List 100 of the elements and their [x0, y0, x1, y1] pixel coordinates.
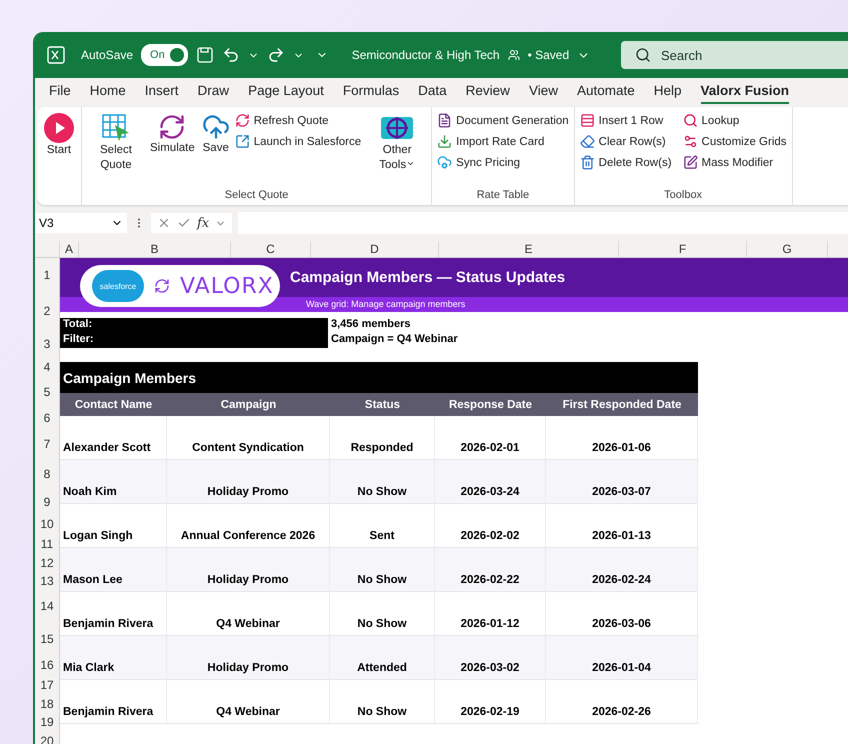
ribbon-button[interactable]: Launch in Salesforce	[234, 134, 362, 149]
excel-icon[interactable]	[47, 46, 65, 64]
ribbon-button[interactable]: Save	[200, 113, 232, 189]
grid-icon	[101, 113, 131, 143]
ribbon-button[interactable]: Lookup	[682, 113, 787, 128]
ribbon-button[interactable]: Insert 1 Row	[580, 113, 672, 128]
group-label: Toolbox	[663, 189, 704, 202]
menu-tab[interactable]: Home	[90, 79, 126, 104]
ribbon-button[interactable]: Mass Modifier	[682, 155, 787, 170]
table-cell: Content Syndication	[167, 416, 330, 459]
people-icon	[508, 49, 520, 61]
menu-tab[interactable]: Review	[466, 79, 510, 104]
saved-status[interactable]: • Saved	[528, 48, 570, 62]
menu-tab[interactable]: Insert	[144, 79, 179, 104]
table-cell: 2026-01-06	[546, 416, 698, 459]
ribbon-button[interactable]: Select Quote	[87, 113, 145, 189]
table-cell: 2026-03-06	[546, 592, 698, 635]
menu-tab[interactable]: View	[528, 79, 558, 104]
chevron-icon	[406, 159, 416, 168]
redo-icon[interactable]	[266, 46, 285, 64]
group-label: Select Quote	[224, 189, 290, 202]
menu-tab[interactable]: File	[49, 79, 71, 104]
table-cell: 2026-03-02	[435, 636, 546, 679]
ribbon-button[interactable]: Clear Row(s)	[580, 134, 672, 149]
ribbon-button[interactable]: Import Rate Card	[437, 134, 569, 149]
row-header[interactable]: 10	[35, 514, 59, 534]
row-header[interactable]: 12	[35, 553, 59, 572]
save-icon[interactable]	[196, 46, 214, 64]
row-header[interactable]: 7	[35, 430, 59, 458]
column-header[interactable]: C	[231, 241, 311, 257]
row-header[interactable]: 13	[35, 572, 59, 590]
column-header[interactable]: A	[60, 241, 79, 257]
document-icon	[437, 113, 452, 128]
row-header[interactable]: 16	[35, 655, 59, 675]
cloud-upload-icon	[202, 113, 230, 141]
search-field[interactable]: Search	[621, 41, 848, 69]
table-cell: Responded	[330, 416, 435, 459]
column-header[interactable]: F	[619, 241, 747, 257]
row-header[interactable]: 9	[35, 490, 59, 514]
table-cell: 2026-02-01	[435, 416, 546, 459]
ribbon-button[interactable]: Refresh Quote	[234, 113, 362, 128]
ribbon-button[interactable]: Other Tools	[368, 113, 426, 189]
table-cell: 2026-01-04	[546, 636, 698, 679]
column-header[interactable]: G	[747, 241, 828, 257]
table-cell: No Show	[330, 548, 435, 591]
settings-icon	[682, 134, 698, 149]
column-header[interactable]: E	[439, 241, 619, 257]
ribbon-button[interactable]: Simulate	[148, 113, 197, 189]
menu-tab[interactable]: Formulas	[342, 79, 400, 104]
row-header[interactable]: 1	[35, 258, 59, 291]
ribbon-button[interactable]: Sync Pricing	[437, 155, 569, 170]
column-heading: Status	[364, 398, 402, 412]
column-header[interactable]: D	[311, 241, 439, 257]
table-cell: 2026-01-12	[435, 592, 546, 635]
ribbon-button[interactable]: Start	[42, 113, 76, 189]
table-cell: 2026-02-19	[435, 680, 546, 723]
ribbon-button[interactable]: Customize Grids	[682, 134, 787, 149]
insert-function-button[interactable]: fx	[197, 216, 210, 230]
row-header[interactable]: 5	[35, 378, 59, 406]
table-cell: Mia Clark	[60, 636, 167, 679]
menu-tab[interactable]: Page Layout	[248, 79, 324, 104]
row-header[interactable]: 2	[35, 291, 59, 331]
row-header[interactable]: 19	[35, 713, 59, 731]
row-header[interactable]: 14	[35, 590, 59, 622]
autosave-label: AutoSave	[81, 48, 134, 62]
name-box[interactable]: V3	[35, 213, 127, 233]
ribbon-button[interactable]: Document Generation	[437, 113, 569, 128]
menu-tab[interactable]: Data	[418, 79, 447, 104]
banner-title: Campaign Members — Status Updates	[290, 268, 566, 288]
search-icon	[635, 47, 651, 63]
table-cell: Holiday Promo	[167, 636, 330, 679]
column-header[interactable]: B	[79, 241, 231, 257]
row-header[interactable]: 17	[35, 675, 59, 694]
table-cell: 2026-02-02	[435, 504, 546, 547]
table-cell: Noah Kim	[60, 460, 167, 503]
row-header[interactable]: 3	[35, 331, 59, 356]
menu-tab[interactable]: Automate	[576, 79, 635, 104]
row-header[interactable]: 4	[35, 356, 59, 378]
cloud-icon	[437, 155, 452, 170]
table-cell: 2026-02-26	[546, 680, 698, 723]
trash-icon	[580, 155, 595, 170]
table-cell: 2026-02-24	[546, 548, 698, 591]
ribbon-button[interactable]: Delete Row(s)	[580, 155, 672, 170]
row-header[interactable]: 15	[35, 622, 59, 655]
row-header[interactable]: 8	[35, 458, 59, 490]
rows-icon	[580, 113, 595, 128]
table-cell: Holiday Promo	[167, 460, 330, 503]
row-header[interactable]: 11	[35, 534, 59, 553]
row-header[interactable]: 18	[35, 694, 59, 713]
menu-tab[interactable]: Valorx Fusion	[700, 79, 790, 104]
table-cell: 2026-01-13	[546, 504, 698, 547]
summary-label: Total:	[60, 318, 328, 333]
autosave-toggle[interactable]: On	[141, 44, 188, 66]
column-heading: First Responded Date	[562, 398, 682, 412]
menu-tab[interactable]: Draw	[198, 79, 230, 104]
menu-tab[interactable]: Help	[654, 79, 682, 104]
cancel-icon[interactable]	[157, 216, 171, 230]
row-header[interactable]: 6	[35, 406, 59, 430]
download-icon	[437, 134, 452, 149]
undo-icon[interactable]	[222, 46, 240, 64]
